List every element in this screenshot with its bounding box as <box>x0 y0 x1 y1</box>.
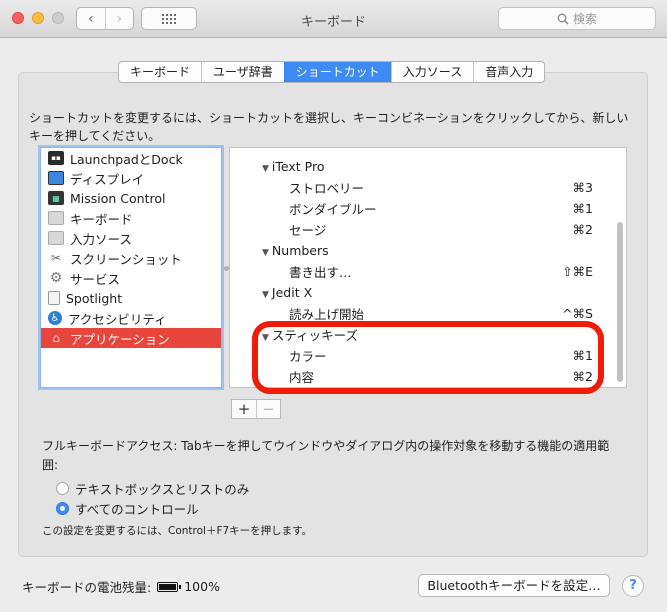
battery-status: キーボードの電池残量: 100% <box>22 577 220 596</box>
category-label: サービス <box>70 271 121 287</box>
gear-icon: ⚙ <box>49 270 63 286</box>
category-label: Mission Control <box>70 190 166 206</box>
category-label: ディスプレイ <box>70 171 145 187</box>
remove-button[interactable]: − <box>256 400 280 418</box>
tab-shortcuts[interactable]: ショートカット <box>283 62 391 82</box>
shortcut-group-numbers[interactable]: Numbers <box>230 240 615 261</box>
category-app-shortcuts[interactable]: ⌂ アプリケーション <box>41 328 221 348</box>
search-icon <box>557 13 569 25</box>
shortcut-group-itext-pro[interactable]: iText Pro <box>230 156 615 177</box>
add-button[interactable]: + <box>232 400 256 418</box>
fka-note: この設定を変更するには、Control＋F7キーを押します。 <box>42 525 313 537</box>
shortcut-key[interactable]: ⌘1 <box>573 201 593 216</box>
category-mission-control[interactable]: ▦ Mission Control <box>41 188 221 208</box>
category-label: アクセシビリティ <box>68 311 167 327</box>
title-bar: ‹ › キーボード 検索 <box>0 0 667 38</box>
battery-value: 100% <box>184 579 220 594</box>
shortcut-label: 書き出す… <box>289 265 352 280</box>
instructions-text: ショートカットを変更するには、ショートカットを選択し、キーコンビネーションをクリ… <box>29 111 629 143</box>
category-input-sources[interactable]: 入力ソース <box>41 228 221 248</box>
category-services[interactable]: ⚙ サービス <box>41 268 221 288</box>
app-store-icon: ⌂ <box>52 331 60 345</box>
category-label: Spotlight <box>66 290 123 306</box>
display-icon <box>48 171 64 185</box>
radio-all-controls[interactable]: すべてのコントロール <box>56 499 199 518</box>
radio-button[interactable] <box>56 482 69 495</box>
category-label: アプリケーション <box>70 331 170 347</box>
shortcut-key[interactable]: ^⌘S <box>562 306 593 321</box>
category-label: LaunchpadとDock <box>70 151 183 167</box>
radio-label: すべてのコントロール <box>75 502 199 517</box>
tab-input-sources[interactable]: 入力ソース <box>390 62 473 82</box>
shortcut-label: Jedit X <box>262 285 312 300</box>
shortcut-label: ボンダイブルー <box>289 202 377 217</box>
keyboard-icon <box>48 211 64 225</box>
category-label: スクリーンショット <box>70 251 182 267</box>
category-display[interactable]: ディスプレイ <box>41 168 221 188</box>
setup-bluetooth-keyboard-button[interactable]: Bluetoothキーボードを設定… <box>418 574 610 597</box>
full-keyboard-access-label: フルキーボードアクセス: Tabキーを押してウインドウやダイアログ内の操作対象を… <box>42 439 610 472</box>
tab-user-dictionary[interactable]: ユーザ辞書 <box>201 62 284 82</box>
shortcut-label: Numbers <box>262 243 329 258</box>
category-list[interactable]: ▪▪ LaunchpadとDock ディスプレイ ▦ Mission Contr… <box>40 147 222 388</box>
shortcut-label: iText Pro <box>262 159 325 174</box>
accessibility-icon: ♿ <box>48 311 62 325</box>
category-label: 入力ソース <box>70 231 132 247</box>
add-remove-buttons: + − <box>231 399 281 419</box>
launchpad-icon: ▪▪ <box>48 151 64 165</box>
search-placeholder: 検索 <box>572 12 597 26</box>
input-source-icon <box>48 231 64 245</box>
shortcut-row[interactable]: ボンダイブルー ⌘1 <box>230 198 615 219</box>
category-spotlight[interactable]: Spotlight <box>41 288 221 308</box>
shortcut-row[interactable]: セージ ⌘2 <box>230 219 615 240</box>
tab-bar: キーボード ユーザ辞書 ショートカット 入力ソース 音声入力 <box>118 61 546 83</box>
radio-text-boxes-lists[interactable]: テキストボックスとリストのみ <box>56 479 249 498</box>
category-accessibility[interactable]: ♿ アクセシビリティ <box>41 308 221 328</box>
scrollbar[interactable] <box>617 222 623 382</box>
shortcut-key[interactable]: ⇧⌘E <box>562 264 593 279</box>
tab-keyboard[interactable]: キーボード <box>119 62 201 82</box>
shortcut-key[interactable]: ⌘3 <box>573 180 593 195</box>
shortcut-label: ストロベリー <box>289 181 365 196</box>
shortcut-key[interactable]: ⌘2 <box>573 222 593 237</box>
battery-icon <box>157 581 182 592</box>
battery-label: キーボードの電池残量: <box>22 580 152 595</box>
annotation-highlight <box>252 321 604 394</box>
search-field[interactable]: 検索 <box>498 7 656 30</box>
shortcut-row[interactable]: 書き出す… ⇧⌘E <box>230 261 615 282</box>
radio-button[interactable] <box>56 502 69 515</box>
category-keyboard[interactable]: キーボード <box>41 208 221 228</box>
help-button[interactable]: ? <box>622 575 644 597</box>
screenshot-icon: ✂ <box>50 251 62 265</box>
category-label: キーボード <box>70 211 133 227</box>
shortcut-row[interactable]: ストロベリー ⌘3 <box>230 177 615 198</box>
category-launchpad-dock[interactable]: ▪▪ LaunchpadとDock <box>41 148 221 168</box>
spotlight-icon <box>48 291 60 305</box>
radio-label: テキストボックスとリストのみ <box>75 482 250 497</box>
category-screenshots[interactable]: ✂ スクリーンショット <box>41 248 221 268</box>
shortcut-group-jedit-x[interactable]: Jedit X <box>230 282 615 303</box>
shortcut-label: セージ <box>289 223 327 238</box>
tab-dictation[interactable]: 音声入力 <box>473 62 544 82</box>
mission-control-icon: ▦ <box>48 191 64 205</box>
